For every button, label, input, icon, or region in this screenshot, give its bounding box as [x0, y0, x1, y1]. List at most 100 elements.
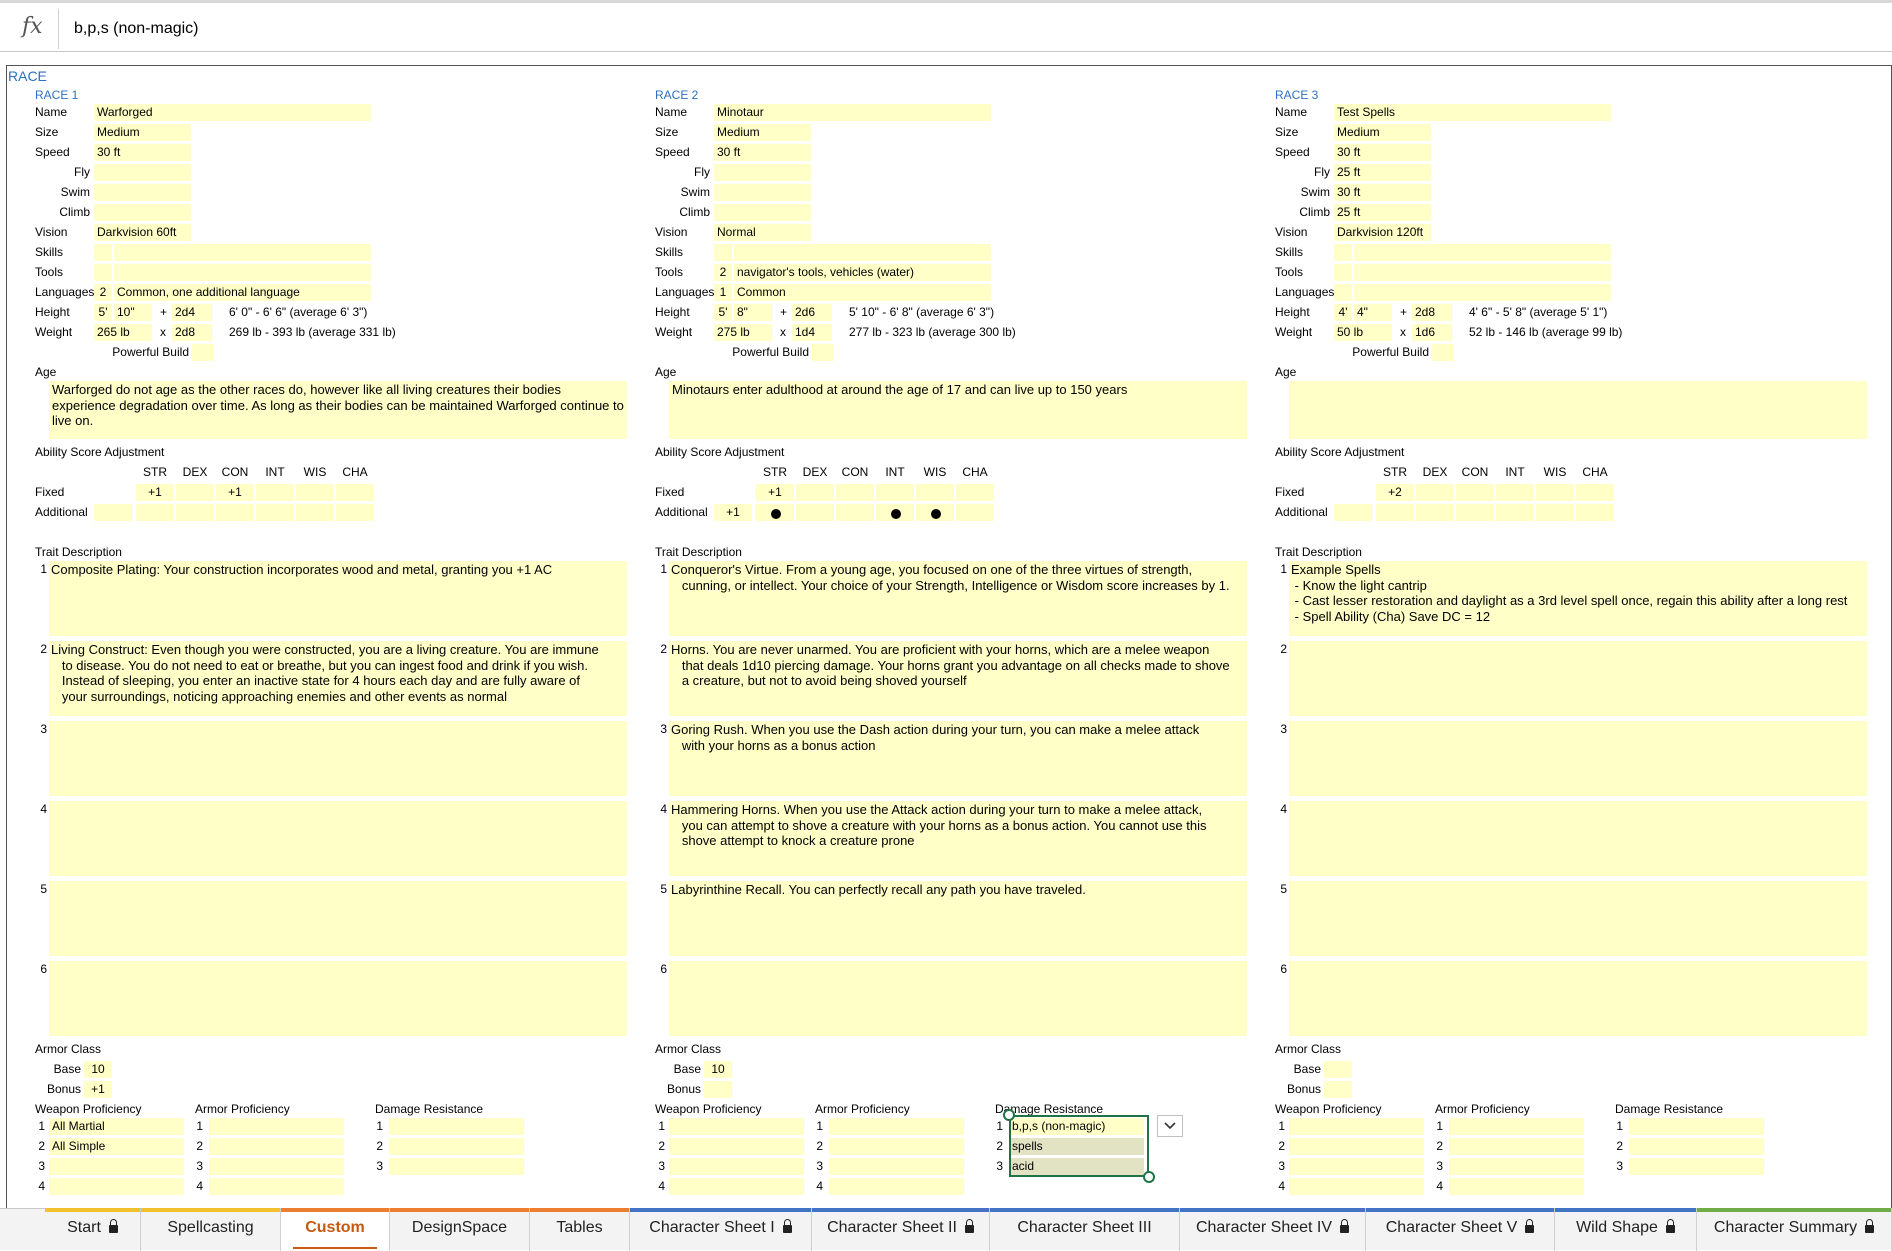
fixed-int-field[interactable] — [256, 484, 294, 501]
fixed-dex-field[interactable] — [796, 484, 834, 501]
trait-3-description[interactable] — [49, 721, 627, 796]
weapon-proficiency-1-field[interactable]: All Martial — [49, 1118, 184, 1135]
tab-character-sheet-i[interactable]: Character Sheet I — [630, 1208, 812, 1251]
size-field[interactable]: Medium — [1334, 124, 1431, 141]
tab-start[interactable]: Start — [45, 1208, 141, 1251]
selection-handle-top[interactable] — [1003, 1109, 1015, 1121]
weapon-proficiency-3-field[interactable] — [49, 1158, 184, 1175]
trait-5-description[interactable]: Labyrinthine Recall. You can perfectly r… — [669, 881, 1247, 956]
powerful-build-checkbox[interactable] — [192, 344, 214, 361]
swim-field[interactable] — [94, 184, 191, 201]
damage-resistance-1-field[interactable] — [389, 1118, 524, 1135]
damage-resistance-2-field[interactable] — [1629, 1138, 1764, 1155]
additional-int-field[interactable] — [256, 504, 294, 521]
weapon-proficiency-4-field[interactable] — [1289, 1178, 1424, 1195]
fixed-str-field[interactable]: +1 — [136, 484, 174, 501]
weapon-proficiency-1-field[interactable] — [669, 1118, 804, 1135]
languages-field[interactable]: Common, one additional language — [114, 284, 371, 301]
additional-int-field[interactable] — [876, 504, 914, 521]
damage-resistance-3-field[interactable] — [1629, 1158, 1764, 1175]
vision-field[interactable]: Normal — [714, 224, 811, 241]
tab-spellcasting[interactable]: Spellcasting — [141, 1208, 281, 1251]
additional-cha-field[interactable] — [1576, 504, 1614, 521]
armor-proficiency-2-field[interactable] — [209, 1138, 344, 1155]
additional-str-field[interactable] — [756, 504, 794, 521]
tab-character-sheet-iv[interactable]: Character Sheet IV — [1180, 1208, 1366, 1251]
fixed-str-field[interactable]: +1 — [756, 484, 794, 501]
weight-dice-field[interactable]: 1d4 — [792, 324, 832, 341]
weight-dice-field[interactable]: 2d8 — [172, 324, 212, 341]
trait-4-description[interactable] — [1289, 801, 1867, 876]
skills-count-field[interactable] — [714, 244, 732, 261]
additional-str-field[interactable] — [136, 504, 174, 521]
trait-4-description[interactable] — [49, 801, 627, 876]
languages-count-field[interactable]: 2 — [94, 284, 112, 301]
trait-1-description[interactable]: Conqueror's Virtue. From a young age, yo… — [669, 561, 1247, 636]
ac-bonus-field[interactable] — [704, 1081, 732, 1098]
fixed-int-field[interactable] — [876, 484, 914, 501]
name-field[interactable]: Test Spells — [1334, 104, 1611, 121]
tools-count-field[interactable] — [1334, 264, 1352, 281]
additional-value-field[interactable]: +1 — [714, 504, 752, 521]
ac-base-field[interactable] — [1324, 1061, 1352, 1078]
trait-2-description[interactable]: Horns. You are never unarmed. You are pr… — [669, 641, 1247, 716]
trait-5-description[interactable] — [1289, 881, 1867, 956]
armor-proficiency-1-field[interactable] — [829, 1118, 964, 1135]
additional-value-field[interactable] — [1334, 504, 1372, 521]
dropdown-button[interactable] — [1157, 1115, 1183, 1137]
fixed-int-field[interactable] — [1496, 484, 1534, 501]
fixed-con-field[interactable] — [1456, 484, 1494, 501]
additional-cha-field[interactable] — [336, 504, 374, 521]
fly-field[interactable]: 25 ft — [1334, 164, 1431, 181]
vision-field[interactable]: Darkvision 60ft — [94, 224, 191, 241]
height-inches-field[interactable]: 10" — [114, 304, 152, 321]
powerful-build-checkbox[interactable] — [812, 344, 834, 361]
skills-count-field[interactable] — [1334, 244, 1352, 261]
weapon-proficiency-2-field[interactable]: All Simple — [49, 1138, 184, 1155]
trait-2-description[interactable] — [1289, 641, 1867, 716]
ac-bonus-field[interactable] — [1324, 1081, 1352, 1098]
armor-proficiency-3-field[interactable] — [1449, 1158, 1584, 1175]
damage-resistance-2-field[interactable] — [389, 1138, 524, 1155]
fly-field[interactable] — [94, 164, 191, 181]
fixed-dex-field[interactable] — [1416, 484, 1454, 501]
fixed-wis-field[interactable] — [916, 484, 954, 501]
languages-field[interactable] — [1354, 284, 1611, 301]
tab-character-summary[interactable]: Character Summary — [1697, 1208, 1892, 1251]
additional-dex-field[interactable] — [796, 504, 834, 521]
name-field[interactable]: Warforged — [94, 104, 371, 121]
ac-bonus-field[interactable]: +1 — [84, 1081, 112, 1098]
height-inches-field[interactable]: 8" — [734, 304, 772, 321]
additional-wis-field[interactable] — [916, 504, 954, 521]
tools-count-field[interactable]: 2 — [714, 264, 732, 281]
speed-field[interactable]: 30 ft — [714, 144, 811, 161]
weapon-proficiency-3-field[interactable] — [1289, 1158, 1424, 1175]
additional-wis-field[interactable] — [1536, 504, 1574, 521]
additional-con-field[interactable] — [1456, 504, 1494, 521]
weapon-proficiency-4-field[interactable] — [669, 1178, 804, 1195]
additional-dex-field[interactable] — [1416, 504, 1454, 521]
vision-field[interactable]: Darkvision 120ft — [1334, 224, 1431, 241]
size-field[interactable]: Medium — [94, 124, 191, 141]
age-description[interactable] — [1289, 381, 1867, 439]
speed-field[interactable]: 30 ft — [1334, 144, 1431, 161]
name-field[interactable]: Minotaur — [714, 104, 991, 121]
worksheet-grid[interactable]: RACE RACE 1 Name Warforged Size Medium Speed 3… — [0, 53, 1892, 1208]
size-field[interactable]: Medium — [714, 124, 811, 141]
weight-base-field[interactable]: 265 lb — [94, 324, 152, 341]
languages-count-field[interactable] — [1334, 284, 1352, 301]
fixed-cha-field[interactable] — [336, 484, 374, 501]
ac-base-field[interactable]: 10 — [704, 1061, 732, 1078]
skills-count-field[interactable] — [94, 244, 112, 261]
languages-count-field[interactable]: 1 — [714, 284, 732, 301]
fixed-wis-field[interactable] — [296, 484, 334, 501]
skills-field[interactable] — [734, 244, 991, 261]
height-inches-field[interactable]: 4" — [1354, 304, 1392, 321]
weapon-proficiency-2-field[interactable] — [1289, 1138, 1424, 1155]
selected-range[interactable] — [1009, 1115, 1149, 1177]
armor-proficiency-4-field[interactable] — [209, 1178, 344, 1195]
additional-con-field[interactable] — [216, 504, 254, 521]
fixed-wis-field[interactable] — [1536, 484, 1574, 501]
swim-field[interactable] — [714, 184, 811, 201]
selection-handle-bottom[interactable] — [1143, 1171, 1155, 1183]
